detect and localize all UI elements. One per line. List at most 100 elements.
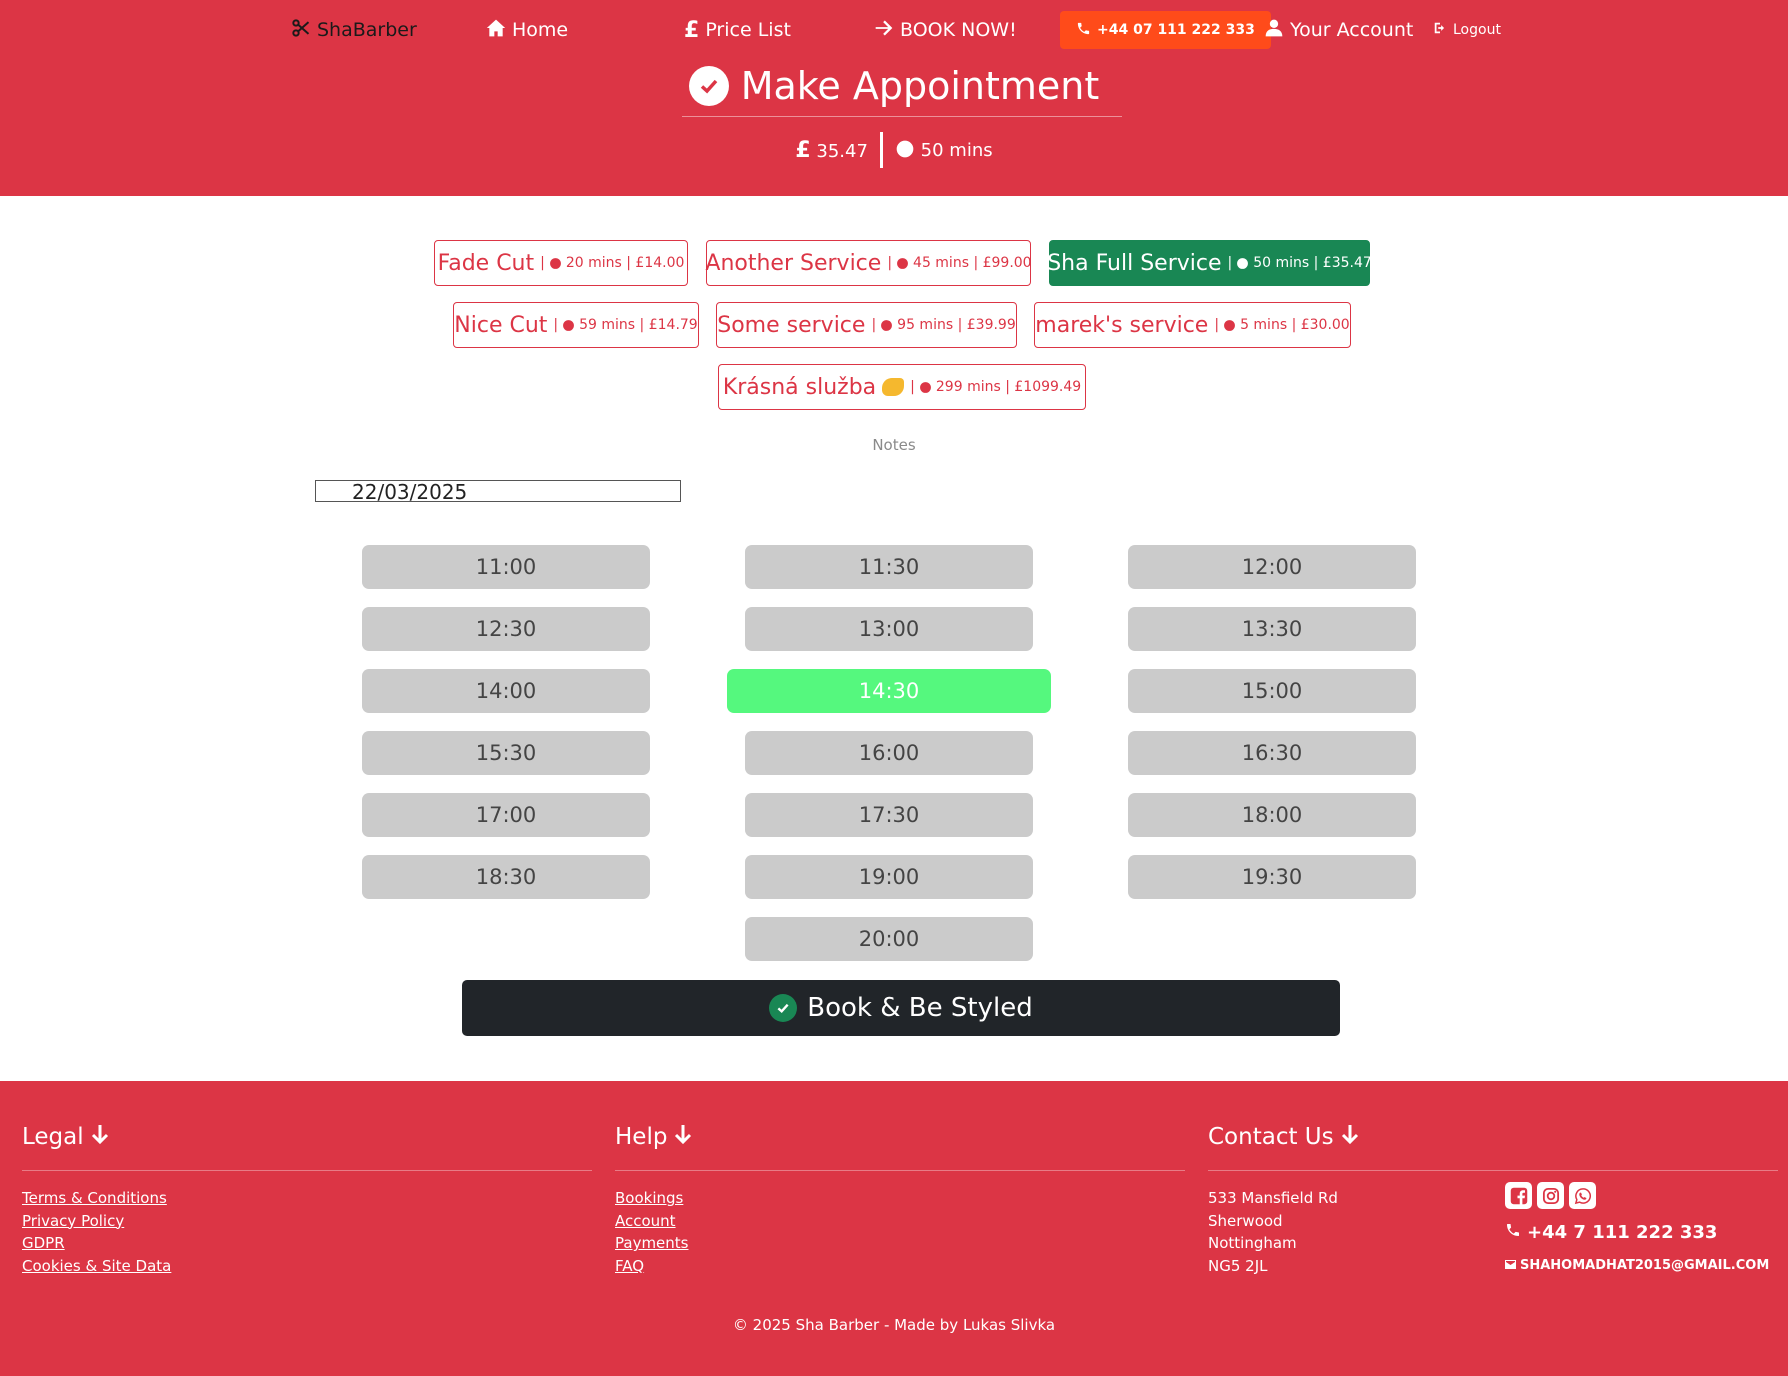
summary-duration: 50 mins xyxy=(920,140,993,161)
service-option[interactable]: Nice Cut | 59 mins | £14.79 xyxy=(453,302,699,348)
nav-price-list-link[interactable]: £ Price List xyxy=(684,14,791,46)
service-duration-price: 59 mins | £14.79 xyxy=(579,317,698,333)
footer-contact-heading: Contact Us xyxy=(1208,1122,1778,1152)
footer-legal-links: Terms & Conditions Privacy Policy GDPR C… xyxy=(22,1187,592,1277)
service-option[interactable]: marek's service | 5 mins | £30.00 xyxy=(1034,302,1351,348)
service-name: Nice Cut xyxy=(454,312,548,338)
user-icon xyxy=(1264,18,1284,43)
service-meta: | 50 mins | £35.47 xyxy=(1228,255,1372,271)
flexed-biceps-icon xyxy=(882,378,905,396)
pound-icon: £ xyxy=(795,137,811,163)
social-links xyxy=(1505,1182,1596,1209)
book-button[interactable]: Book & Be Styled xyxy=(462,980,1340,1036)
link-privacy-policy[interactable]: Privacy Policy xyxy=(22,1210,592,1233)
time-slot[interactable]: 11:30 xyxy=(745,545,1033,589)
clock-icon xyxy=(881,319,893,331)
service-meta: | 45 mins | £99.00 xyxy=(887,255,1031,271)
service-name: Some service xyxy=(717,312,866,338)
link-account[interactable]: Account xyxy=(615,1210,1185,1233)
address-line: 533 Mansfield Rd xyxy=(1208,1189,1338,1207)
nav-price-list-label: Price List xyxy=(705,19,791,41)
footer-help-heading: Help xyxy=(615,1122,1185,1152)
time-slot[interactable]: 12:00 xyxy=(1128,545,1416,589)
time-slot[interactable]: 13:00 xyxy=(745,607,1033,651)
time-slot[interactable]: 19:00 xyxy=(745,855,1033,899)
service-separator: | xyxy=(887,255,893,271)
instagram-icon[interactable] xyxy=(1537,1182,1564,1209)
time-slot[interactable]: 18:30 xyxy=(362,855,650,899)
pound-icon: £ xyxy=(684,17,700,43)
clock-icon xyxy=(897,257,908,269)
nav-logout-link[interactable]: Logout xyxy=(1433,14,1501,46)
nav-home-label: Home xyxy=(512,19,569,41)
nav-brand-link[interactable]: ShaBarber xyxy=(291,14,417,46)
arrow-down-icon xyxy=(90,1123,110,1151)
footer-divider xyxy=(1208,1170,1778,1171)
title-divider xyxy=(682,116,1122,117)
summary-price: 35.47 xyxy=(816,140,868,162)
link-terms[interactable]: Terms & Conditions xyxy=(22,1187,592,1210)
time-slot[interactable]: 15:30 xyxy=(362,731,650,775)
whatsapp-icon[interactable] xyxy=(1569,1182,1596,1209)
time-slot[interactable]: 16:00 xyxy=(745,731,1033,775)
page-header: ShaBarber Home £ Price List BOOK NOW! +4… xyxy=(0,0,1788,196)
nav-account-link[interactable]: Your Account xyxy=(1264,14,1413,46)
service-meta: | 299 mins | £1099.49 xyxy=(910,379,1081,395)
time-slot[interactable]: 18:00 xyxy=(1128,793,1416,837)
nav-home-link[interactable]: Home xyxy=(486,14,568,46)
time-slot[interactable]: 19:30 xyxy=(1128,855,1416,899)
time-slot[interactable]: 15:00 xyxy=(1128,669,1416,713)
footer-divider xyxy=(615,1170,1185,1171)
service-option[interactable]: Some service | 95 mins | £39.99 xyxy=(716,302,1017,348)
service-separator: | xyxy=(1227,255,1233,271)
service-name: Krásná služba xyxy=(722,374,877,400)
clock-icon xyxy=(563,319,575,331)
nav-book-now-link[interactable]: BOOK NOW! xyxy=(874,14,1017,46)
logout-icon xyxy=(1433,21,1447,39)
service-name: Another Service xyxy=(705,250,882,276)
service-option[interactable]: Another Service | 45 mins | £99.00 xyxy=(705,240,1032,286)
clock-icon xyxy=(549,257,561,269)
service-separator: | xyxy=(871,317,877,333)
time-slot[interactable]: 14:30 xyxy=(727,669,1051,713)
time-slot[interactable]: 17:30 xyxy=(745,793,1033,837)
time-slot[interactable]: 13:30 xyxy=(1128,607,1416,651)
service-option[interactable]: Fade Cut | 20 mins | £14.00 xyxy=(434,240,688,286)
footer-divider xyxy=(22,1170,592,1171)
nav-book-now-label: BOOK NOW! xyxy=(900,19,1017,41)
time-slot[interactable]: 11:00 xyxy=(362,545,650,589)
service-meta: | 95 mins | £39.99 xyxy=(871,317,1015,333)
top-nav: ShaBarber Home £ Price List BOOK NOW! +4… xyxy=(0,0,1788,60)
time-slot[interactable]: 12:30 xyxy=(362,607,650,651)
arrow-down-icon xyxy=(673,1123,693,1151)
time-slot[interactable]: 20:00 xyxy=(745,917,1033,961)
footer-email[interactable]: SHAHOMADHAT2015@GMAIL.COM xyxy=(1505,1258,1769,1273)
service-duration-price: 299 mins | £1099.49 xyxy=(935,379,1082,395)
duration-summary: 50 mins xyxy=(895,139,993,161)
phone-icon xyxy=(1505,1222,1521,1243)
date-input[interactable]: 22/03/2025 xyxy=(315,480,681,503)
copyright: © 2025 Sha Barber - Made by Lukas Slivka xyxy=(732,1316,1056,1334)
price-summary: £ 35.47 xyxy=(795,138,868,163)
link-faq[interactable]: FAQ xyxy=(615,1255,1185,1278)
nav-phone-button[interactable]: +44 07 111 222 333 xyxy=(1060,11,1271,49)
link-bookings[interactable]: Bookings xyxy=(615,1187,1185,1210)
service-duration-price: 45 mins | £99.00 xyxy=(913,255,1032,271)
check-circle-icon xyxy=(769,994,798,1022)
service-option[interactable]: Krásná služba | 299 mins | £1099.49 xyxy=(718,364,1086,410)
check-circle-icon xyxy=(688,66,729,106)
service-option[interactable]: Sha Full Service | 50 mins | £35.47 xyxy=(1047,240,1372,286)
time-slot[interactable]: 14:00 xyxy=(362,669,650,713)
footer-email-text: SHAHOMADHAT2015@GMAIL.COM xyxy=(1520,1258,1770,1273)
footer-phone[interactable]: +44 7 111 222 333 xyxy=(1505,1222,1717,1243)
footer-phone-text: +44 7 111 222 333 xyxy=(1527,1222,1718,1243)
facebook-icon[interactable] xyxy=(1505,1182,1532,1209)
footer-help: Help Bookings Account Payments FAQ xyxy=(615,1122,1185,1277)
link-gdpr[interactable]: GDPR xyxy=(22,1232,592,1255)
link-cookies[interactable]: Cookies & Site Data xyxy=(22,1255,592,1278)
link-payments[interactable]: Payments xyxy=(615,1232,1185,1255)
time-slot[interactable]: 17:00 xyxy=(362,793,650,837)
time-slot[interactable]: 16:30 xyxy=(1128,731,1416,775)
footer-legal-heading: Legal xyxy=(22,1122,592,1152)
service-meta: | 20 mins | £14.00 xyxy=(540,255,684,271)
